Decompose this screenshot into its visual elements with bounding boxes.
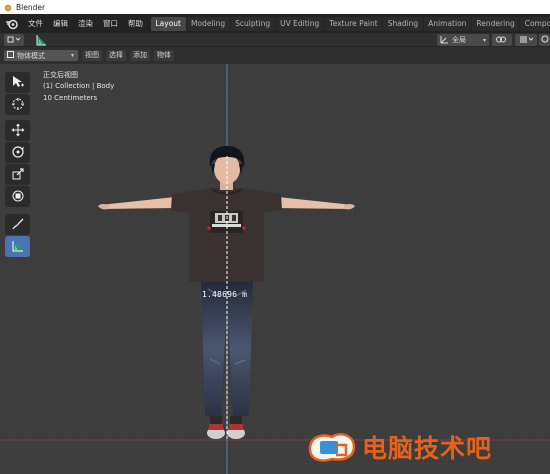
snap-button[interactable] xyxy=(515,34,537,46)
scale-icon xyxy=(11,167,25,183)
orientation-icon xyxy=(440,35,449,46)
move-arrows-icon xyxy=(11,123,25,139)
menu-add[interactable]: 添加 xyxy=(130,50,150,61)
menu-edit[interactable]: 编辑 xyxy=(48,14,73,33)
chevron-down-icon: ▾ xyxy=(482,36,486,44)
tool-move[interactable] xyxy=(5,120,30,141)
tool-cursor[interactable] xyxy=(5,94,30,115)
tool-header: 全局 ▾ xyxy=(0,33,550,47)
tab-uv-editing[interactable]: UV Editing xyxy=(275,17,324,31)
pencil-icon xyxy=(11,217,25,233)
pivot-point-button[interactable] xyxy=(492,34,512,46)
window-title: Blender xyxy=(16,2,46,12)
tool-transform[interactable] xyxy=(5,186,30,207)
tab-animation[interactable]: Animation xyxy=(423,17,471,31)
measurement-value: 1.48696 m xyxy=(202,290,248,299)
menu-help[interactable]: 帮助 xyxy=(123,14,148,33)
3d-cursor-icon xyxy=(11,97,25,113)
link-icon xyxy=(495,35,509,46)
viewport-grid xyxy=(0,64,550,474)
tab-sculpting[interactable]: Sculpting xyxy=(230,17,275,31)
tab-layout[interactable]: Layout xyxy=(151,17,186,31)
viewport-header: 物体模式 ▾ 视图 选择 添加 物体 xyxy=(0,47,550,64)
workspace-tabs: Layout Modeling Sculpting UV Editing Tex… xyxy=(151,17,550,31)
select-cursor-icon xyxy=(11,75,25,91)
watermark: 电脑技术吧 xyxy=(306,427,492,467)
menu-window[interactable]: 窗口 xyxy=(98,14,123,33)
tool-annotate[interactable] xyxy=(5,214,30,235)
menu-file[interactable]: 文件 xyxy=(23,14,48,33)
tab-modeling[interactable]: Modeling xyxy=(186,17,230,31)
editor-type-button[interactable] xyxy=(4,34,24,46)
snap-icon xyxy=(519,35,534,46)
proportional-icon xyxy=(541,35,549,45)
tool-select-box[interactable] xyxy=(5,72,30,93)
menu-object[interactable]: 物体 xyxy=(154,50,174,61)
object-mode-label: 物体模式 xyxy=(17,51,45,60)
measure-ruler-icon xyxy=(11,239,25,255)
view-name-label: 正交后视图 xyxy=(43,71,78,79)
measure-tool-header-icon[interactable] xyxy=(34,33,48,47)
orientation-label: 全局 xyxy=(452,36,466,44)
editor-type-icon xyxy=(6,35,22,46)
tool-scale[interactable] xyxy=(5,164,30,185)
proportional-edit-button[interactable] xyxy=(539,34,550,46)
object-mode-select[interactable]: 物体模式 ▾ xyxy=(4,50,78,61)
collection-label: (1) Collection | Body xyxy=(43,82,115,90)
3d-viewport[interactable]: 正交后视图 (1) Collection | Body 10 Centimete… xyxy=(0,64,550,474)
rotate-icon xyxy=(11,145,25,161)
menu-select[interactable]: 选择 xyxy=(106,50,126,61)
tab-shading[interactable]: Shading xyxy=(383,17,423,31)
transform-orientation-select[interactable]: 全局 ▾ xyxy=(437,34,489,46)
tab-texture-paint[interactable]: Texture Paint xyxy=(324,17,383,31)
tool-measure[interactable] xyxy=(5,236,30,257)
watermark-logo-icon xyxy=(306,427,358,467)
blender-logo-icon[interactable] xyxy=(2,14,22,33)
tab-compositing[interactable]: Compositing xyxy=(520,17,550,31)
transform-icon xyxy=(11,189,25,205)
tool-rotate[interactable] xyxy=(5,142,30,163)
tab-rendering[interactable]: Rendering xyxy=(471,17,520,31)
menu-render[interactable]: 渲染 xyxy=(73,14,98,33)
top-bar: 文件 编辑 渲染 窗口 帮助 Layout Modeling Sculpting… xyxy=(0,14,550,33)
main-menu: 文件 编辑 渲染 窗口 帮助 xyxy=(23,14,148,33)
menu-view[interactable]: 视图 xyxy=(82,50,102,61)
blender-app-icon xyxy=(3,3,12,12)
object-mode-icon xyxy=(7,51,14,60)
chevron-down-icon: ▾ xyxy=(70,52,74,59)
watermark-text: 电脑技术吧 xyxy=(362,434,493,463)
grid-scale-label: 10 Centimeters xyxy=(43,94,98,102)
window-titlebar: Blender xyxy=(0,0,550,14)
